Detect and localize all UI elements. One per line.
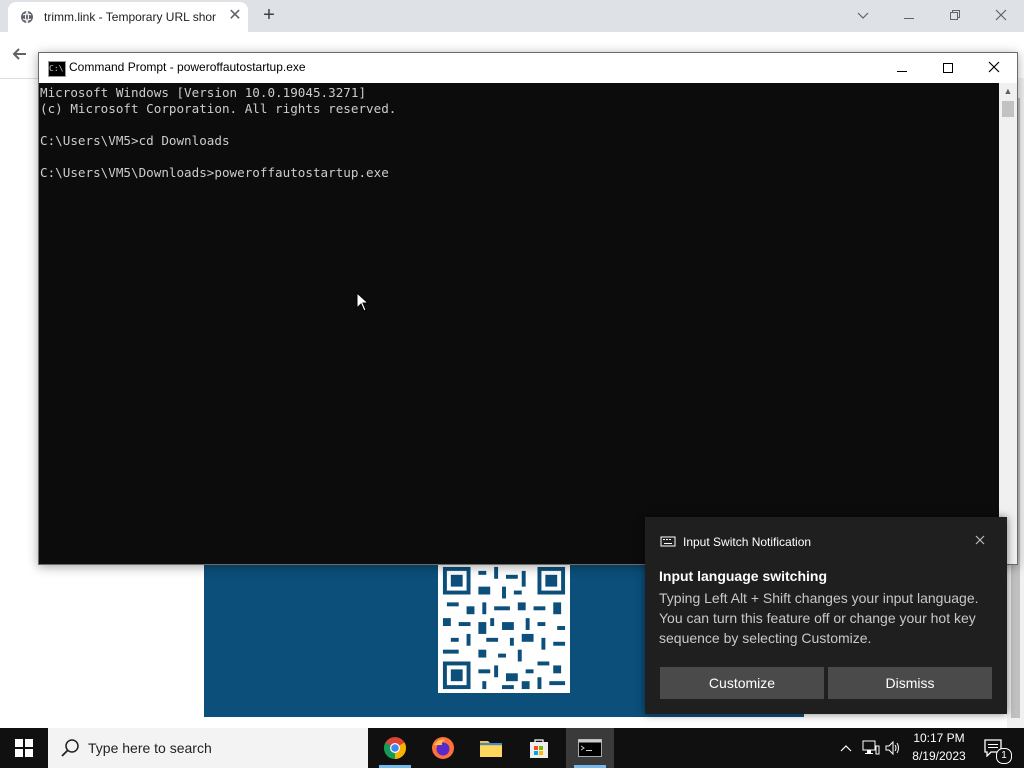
taskbar-firefox[interactable] (419, 728, 467, 768)
back-arrow-icon[interactable] (10, 44, 34, 66)
notification-body: Typing Left Alt + Shift changes your inp… (659, 590, 979, 646)
cmd-titlebar[interactable]: C:\ Command Prompt - poweroffautostartup… (39, 53, 1017, 83)
windows-logo-icon (15, 739, 33, 757)
qr-code-image (438, 563, 570, 693)
browser-restore-icon[interactable] (932, 0, 978, 32)
cmd-scrollbar-thumb[interactable] (1002, 101, 1014, 117)
keyboard-icon (660, 536, 676, 547)
console-line: C:\Users\VM5\Downloads>poweroffautostart… (40, 165, 389, 180)
browser-tabstrip: trimm.link - Temporary URL shor ✕ + (0, 0, 1024, 32)
new-tab-button[interactable]: + (258, 4, 280, 26)
cmd-icon (578, 739, 602, 757)
search-placeholder: Type here to search (88, 740, 212, 756)
command-prompt-window[interactable]: C:\ Command Prompt - poweroffautostartup… (38, 52, 1018, 565)
taskbar-search-box[interactable]: Type here to search (48, 728, 368, 768)
scroll-up-arrow-icon[interactable]: ▲ (999, 83, 1017, 99)
taskbar-chrome[interactable] (371, 728, 419, 768)
action-center-button[interactable]: 1 (980, 728, 1024, 768)
folder-icon (480, 741, 502, 757)
notification-close-icon[interactable] (970, 530, 990, 550)
dismiss-button[interactable]: Dismiss (828, 667, 992, 699)
notification-heading: Input language switching (659, 568, 827, 584)
clock-date[interactable]: 8/19/2023 (900, 749, 978, 763)
globe-icon (21, 10, 33, 24)
taskbar-file-explorer[interactable] (467, 728, 515, 768)
chrome-icon (384, 737, 406, 759)
cmd-maximize-icon[interactable] (925, 53, 971, 83)
browser-minimize-icon[interactable] (886, 0, 932, 32)
start-button[interactable] (0, 728, 48, 768)
mouse-pointer-icon (356, 292, 370, 312)
search-icon (61, 739, 79, 757)
tab-close-icon[interactable]: ✕ (226, 7, 244, 25)
show-hidden-icons-chevron-icon[interactable] (836, 728, 856, 768)
cmd-minimize-icon[interactable] (879, 53, 925, 83)
notification-app-name: Input Switch Notification (683, 535, 812, 549)
browser-tab[interactable]: trimm.link - Temporary URL shor ✕ (8, 2, 248, 32)
tab-title: trimm.link - Temporary URL shor (44, 10, 217, 24)
input-switch-notification[interactable]: Input Switch Notification Input language… (645, 517, 1007, 714)
console-line: C:\Users\VM5>cd Downloads (40, 133, 230, 148)
console-line: (c) Microsoft Corporation. All rights re… (40, 101, 397, 116)
store-bag-icon (530, 739, 548, 758)
cmd-scrollbar[interactable]: ▲ (999, 83, 1017, 564)
taskbar-store[interactable] (515, 728, 563, 768)
cmd-title: Command Prompt - poweroffautostartup.exe (69, 60, 306, 74)
notification-count-badge: 1 (996, 748, 1012, 764)
tab-search-chevron-icon[interactable] (840, 0, 886, 32)
cmd-close-icon[interactable] (971, 53, 1017, 83)
cmd-app-icon: C:\ (48, 61, 66, 77)
network-icon[interactable] (860, 728, 882, 768)
taskbar-command-prompt[interactable] (566, 728, 614, 768)
customize-button[interactable]: Customize (660, 667, 824, 699)
clock-time[interactable]: 10:17 PM (900, 731, 978, 745)
firefox-icon (432, 737, 454, 759)
browser-close-icon[interactable] (978, 0, 1024, 32)
console-line: Microsoft Windows [Version 10.0.19045.32… (40, 85, 367, 100)
console-output[interactable]: Microsoft Windows [Version 10.0.19045.32… (39, 83, 999, 564)
taskbar: Type here to search 10:17 PM 8/19/2023 1 (0, 728, 1024, 768)
